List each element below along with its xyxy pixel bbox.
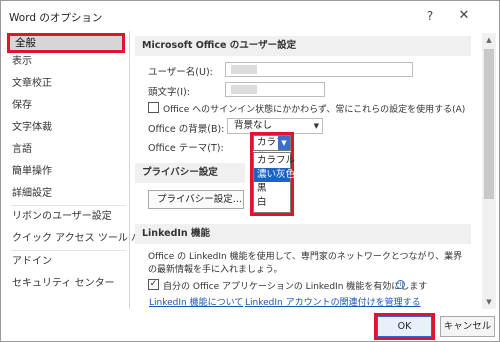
help-button[interactable]: ? — [419, 6, 441, 26]
linkedin-features-heading: LinkedIn 機能 — [135, 224, 471, 244]
theme-label: Office テーマ(T): — [148, 143, 224, 154]
username-label: ユーザー名(U): — [148, 67, 213, 78]
privacy-settings-heading: プライバシー設定 — [135, 163, 245, 183]
sidebar-divider — [11, 205, 126, 206]
sidebar-item-advanced[interactable]: 詳細設定 — [5, 184, 127, 204]
blurred-initials — [231, 85, 257, 94]
sidebar-item-display[interactable]: 表示 — [5, 52, 127, 72]
theme-option-white[interactable]: 白 — [254, 196, 290, 210]
sidebar-item-customize-ribbon[interactable]: リボンのユーザー設定 — [5, 207, 127, 227]
window-title: Word のオプション — [9, 12, 103, 24]
manage-linkedin-link[interactable]: LinkedIn アカウントの関連付けを管理する — [245, 295, 421, 308]
blurred-username — [231, 65, 257, 74]
title-bar: Word のオプション ? ✕ — [1, 1, 499, 31]
theme-option-dark-gray[interactable]: 濃い灰色 — [254, 168, 295, 182]
scroll-up-arrow-icon[interactable]: ▲ — [482, 33, 496, 47]
linkedin-description: Office の LinkedIn 機能を使用して、専門家のネットワークとつなが… — [148, 252, 463, 275]
dropdown-arrow-icon: ▼ — [313, 122, 319, 130]
enable-linkedin-checkbox[interactable]: ✓ — [148, 279, 159, 290]
user-settings-heading: Microsoft Office のユーザー設定 — [135, 36, 471, 56]
dropdown-arrow-icon: ▼ — [278, 136, 290, 150]
about-linkedin-link[interactable]: LinkedIn 機能について — [149, 295, 243, 308]
sidebar-item-language[interactable]: 言語 — [5, 140, 127, 160]
initials-label: 頭文字(I): — [148, 87, 190, 98]
info-icon[interactable]: i — [396, 280, 405, 289]
vertical-scrollbar[interactable]: ▲ ▼ — [482, 33, 496, 309]
scroll-down-arrow-icon[interactable]: ▼ — [482, 295, 496, 309]
scroll-thumb[interactable] — [484, 49, 494, 199]
sidebar-item-general[interactable]: 全般 — [7, 33, 125, 53]
background-select-value: 背景なし — [234, 120, 273, 131]
always-use-settings-checkbox[interactable] — [148, 102, 159, 113]
initials-input[interactable] — [225, 82, 325, 97]
sidebar-divider — [11, 250, 126, 251]
privacy-settings-button[interactable]: プライバシー設定... — [148, 190, 244, 209]
background-label: Office の背景(B): — [148, 124, 225, 135]
theme-options-list: カラフル 濃い灰色 黒 白 — [253, 152, 295, 213]
theme-option-black[interactable]: 黒 — [254, 182, 290, 196]
sidebar-item-typography[interactable]: 文字体裁 — [5, 118, 127, 138]
sidebar-item-addins[interactable]: アドイン — [5, 252, 127, 272]
cancel-button[interactable]: キャンセル — [440, 316, 495, 337]
theme-select[interactable]: カラフル ▼ — [253, 135, 291, 162]
sidebar-item-proofing[interactable]: 文章校正 — [5, 74, 127, 94]
enable-linkedin-label: 自分の Office アプリケーションの LinkedIn 機能を有効にします — [163, 282, 428, 292]
always-use-settings-label: Office へのサインイン状態にかかわらず、常にこれらの設定を使用する(A) — [163, 105, 466, 115]
sidebar-item-quick-access-toolbar[interactable]: クイック アクセス ツール バー — [5, 229, 151, 249]
options-sidebar: 全般 表示 文章校正 保存 文字体裁 言語 簡単操作 詳細設定 リボンのユーザー… — [5, 31, 151, 309]
sidebar-item-trust-center[interactable]: セキュリティ センター — [5, 274, 127, 294]
sidebar-item-save[interactable]: 保存 — [5, 96, 127, 116]
theme-option-colorful[interactable]: カラフル — [254, 154, 295, 168]
sidebar-item-accessibility[interactable]: 簡単操作 — [5, 162, 127, 182]
close-button[interactable]: ✕ — [451, 6, 477, 26]
username-input[interactable] — [225, 62, 413, 77]
word-options-dialog: Word のオプション ? ✕ 全般 表示 文章校正 保存 文字体裁 言語 簡単… — [0, 0, 500, 342]
ok-button[interactable]: OK — [377, 316, 432, 337]
